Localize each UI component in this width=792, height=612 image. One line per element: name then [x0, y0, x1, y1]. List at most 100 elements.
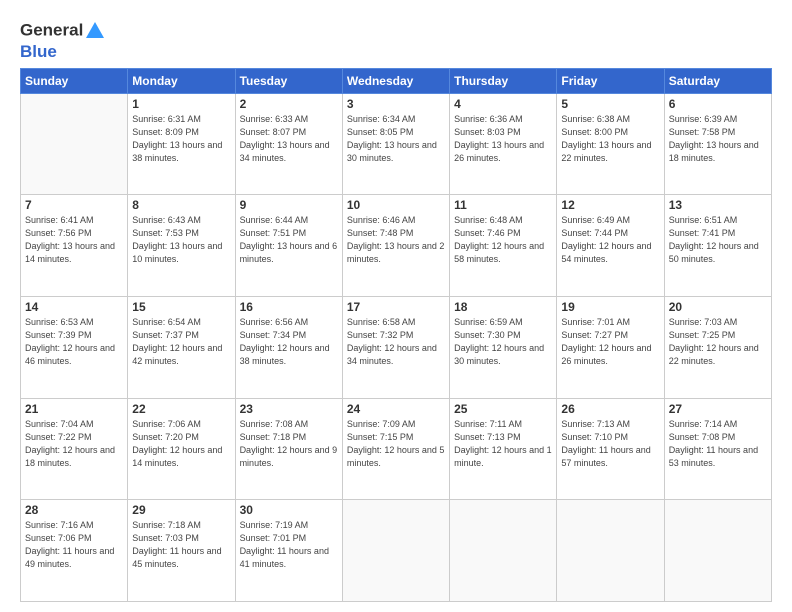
day-number: 2: [240, 97, 338, 111]
week-row-5: 28 Sunrise: 7:16 AMSunset: 7:06 PMDayligh…: [21, 500, 772, 602]
day-number: 4: [454, 97, 552, 111]
day-number: 29: [132, 503, 230, 517]
calendar-cell: 6Sunrise: 6:39 AMSunset: 7:58 PMDaylight…: [664, 93, 771, 195]
calendar-cell: 12 Sunrise: 6:49 AMSunset: 7:44 PMDayligh…: [557, 195, 664, 297]
calendar-cell: 24 Sunrise: 7:09 AMSunset: 7:15 PMDayligh…: [342, 398, 449, 500]
day-info: Sunrise: 6:48 AMSunset: 7:46 PMDaylight:…: [454, 214, 552, 266]
day-number: 18: [454, 300, 552, 314]
day-number: 28: [25, 503, 123, 517]
day-info: Sunrise: 7:19 AMSunset: 7:01 PMDaylight:…: [240, 519, 338, 571]
day-number: 15: [132, 300, 230, 314]
day-number: 1: [132, 97, 230, 111]
calendar-cell: [557, 500, 664, 602]
day-info: Sunrise: 6:43 AMSunset: 7:53 PMDaylight:…: [132, 214, 230, 266]
weekday-header-thursday: Thursday: [450, 68, 557, 93]
day-number: 17: [347, 300, 445, 314]
calendar-cell: 28 Sunrise: 7:16 AMSunset: 7:06 PMDayligh…: [21, 500, 128, 602]
calendar-cell: [21, 93, 128, 195]
week-row-4: 21Sunrise: 7:04 AMSunset: 7:22 PMDayligh…: [21, 398, 772, 500]
day-info: Sunrise: 6:31 AMSunset: 8:09 PMDaylight:…: [132, 113, 230, 165]
calendar-cell: 14 Sunrise: 6:53 AMSunset: 7:39 PMDayligh…: [21, 296, 128, 398]
calendar: SundayMondayTuesdayWednesdayThursdayFrid…: [20, 68, 772, 602]
calendar-cell: 30 Sunrise: 7:19 AMSunset: 7:01 PMDayligh…: [235, 500, 342, 602]
day-info: Sunrise: 7:08 AMSunset: 7:18 PMDaylight:…: [240, 418, 338, 470]
page-header: General Blue: [20, 16, 772, 62]
day-number: 23: [240, 402, 338, 416]
calendar-cell: [664, 500, 771, 602]
day-number: 24: [347, 402, 445, 416]
calendar-cell: 10 Sunrise: 6:46 AMSunset: 7:48 PMDayligh…: [342, 195, 449, 297]
day-number: 22: [132, 402, 230, 416]
day-info: Sunrise: 6:44 AMSunset: 7:51 PMDaylight:…: [240, 214, 338, 266]
calendar-cell: 22Sunrise: 7:06 AMSunset: 7:20 PMDayligh…: [128, 398, 235, 500]
calendar-cell: 26 Sunrise: 7:13 AMSunset: 7:10 PMDayligh…: [557, 398, 664, 500]
day-info: Sunrise: 7:18 AMSunset: 7:03 PMDaylight:…: [132, 519, 230, 571]
calendar-cell: 17Sunrise: 6:58 AMSunset: 7:32 PMDayligh…: [342, 296, 449, 398]
calendar-cell: 3 Sunrise: 6:34 AMSunset: 8:05 PMDaylight…: [342, 93, 449, 195]
calendar-cell: 27 Sunrise: 7:14 AMSunset: 7:08 PMDayligh…: [664, 398, 771, 500]
day-info: Sunrise: 6:59 AMSunset: 7:30 PMDaylight:…: [454, 316, 552, 368]
calendar-cell: 13Sunrise: 6:51 AMSunset: 7:41 PMDayligh…: [664, 195, 771, 297]
day-number: 6: [669, 97, 767, 111]
day-number: 12: [561, 198, 659, 212]
day-number: 21: [25, 402, 123, 416]
weekday-header-wednesday: Wednesday: [342, 68, 449, 93]
day-number: 10: [347, 198, 445, 212]
day-info: Sunrise: 6:41 AMSunset: 7:56 PMDaylight:…: [25, 214, 123, 266]
weekday-header-saturday: Saturday: [664, 68, 771, 93]
day-number: 19: [561, 300, 659, 314]
day-info: Sunrise: 6:46 AMSunset: 7:48 PMDaylight:…: [347, 214, 445, 266]
day-info: Sunrise: 7:01 AMSunset: 7:27 PMDaylight:…: [561, 316, 659, 368]
calendar-cell: 18 Sunrise: 6:59 AMSunset: 7:30 PMDayligh…: [450, 296, 557, 398]
day-number: 8: [132, 198, 230, 212]
day-number: 3: [347, 97, 445, 111]
calendar-cell: [450, 500, 557, 602]
day-info: Sunrise: 7:14 AMSunset: 7:08 PMDaylight:…: [669, 418, 767, 470]
day-info: Sunrise: 6:54 AMSunset: 7:37 PMDaylight:…: [132, 316, 230, 368]
calendar-cell: 29 Sunrise: 7:18 AMSunset: 7:03 PMDayligh…: [128, 500, 235, 602]
day-info: Sunrise: 6:51 AMSunset: 7:41 PMDaylight:…: [669, 214, 767, 266]
day-number: 7: [25, 198, 123, 212]
calendar-cell: 20 Sunrise: 7:03 AMSunset: 7:25 PMDayligh…: [664, 296, 771, 398]
day-info: Sunrise: 6:56 AMSunset: 7:34 PMDaylight:…: [240, 316, 338, 368]
week-row-1: 1 Sunrise: 6:31 AMSunset: 8:09 PMDaylight…: [21, 93, 772, 195]
day-number: 27: [669, 402, 767, 416]
day-info: Sunrise: 7:03 AMSunset: 7:25 PMDaylight:…: [669, 316, 767, 368]
calendar-cell: 25 Sunrise: 7:11 AMSunset: 7:13 PMDayligh…: [450, 398, 557, 500]
calendar-cell: 21Sunrise: 7:04 AMSunset: 7:22 PMDayligh…: [21, 398, 128, 500]
weekday-header-monday: Monday: [128, 68, 235, 93]
weekday-header-tuesday: Tuesday: [235, 68, 342, 93]
calendar-cell: 1 Sunrise: 6:31 AMSunset: 8:09 PMDaylight…: [128, 93, 235, 195]
day-info: Sunrise: 6:49 AMSunset: 7:44 PMDaylight:…: [561, 214, 659, 266]
calendar-cell: 4 Sunrise: 6:36 AMSunset: 8:03 PMDaylight…: [450, 93, 557, 195]
day-info: Sunrise: 7:11 AMSunset: 7:13 PMDaylight:…: [454, 418, 552, 470]
day-info: Sunrise: 6:34 AMSunset: 8:05 PMDaylight:…: [347, 113, 445, 165]
day-number: 20: [669, 300, 767, 314]
day-number: 26: [561, 402, 659, 416]
weekday-header-friday: Friday: [557, 68, 664, 93]
day-number: 30: [240, 503, 338, 517]
calendar-cell: 16 Sunrise: 6:56 AMSunset: 7:34 PMDayligh…: [235, 296, 342, 398]
day-number: 9: [240, 198, 338, 212]
week-row-2: 7 Sunrise: 6:41 AMSunset: 7:56 PMDaylight…: [21, 195, 772, 297]
calendar-cell: 7 Sunrise: 6:41 AMSunset: 7:56 PMDaylight…: [21, 195, 128, 297]
day-number: 14: [25, 300, 123, 314]
calendar-cell: 8 Sunrise: 6:43 AMSunset: 7:53 PMDaylight…: [128, 195, 235, 297]
week-row-3: 14 Sunrise: 6:53 AMSunset: 7:39 PMDayligh…: [21, 296, 772, 398]
day-number: 5: [561, 97, 659, 111]
logo-blue: Blue: [20, 42, 107, 62]
calendar-cell: [342, 500, 449, 602]
day-info: Sunrise: 6:36 AMSunset: 8:03 PMDaylight:…: [454, 113, 552, 165]
day-info: Sunrise: 7:09 AMSunset: 7:15 PMDaylight:…: [347, 418, 445, 470]
calendar-cell: 19 Sunrise: 7:01 AMSunset: 7:27 PMDayligh…: [557, 296, 664, 398]
day-info: Sunrise: 7:13 AMSunset: 7:10 PMDaylight:…: [561, 418, 659, 470]
weekday-header-row: SundayMondayTuesdayWednesdayThursdayFrid…: [21, 68, 772, 93]
day-info: Sunrise: 6:53 AMSunset: 7:39 PMDaylight:…: [25, 316, 123, 368]
day-info: Sunrise: 6:33 AMSunset: 8:07 PMDaylight:…: [240, 113, 338, 165]
day-number: 11: [454, 198, 552, 212]
day-info: Sunrise: 7:16 AMSunset: 7:06 PMDaylight:…: [25, 519, 123, 571]
weekday-header-sunday: Sunday: [21, 68, 128, 93]
calendar-cell: 11 Sunrise: 6:48 AMSunset: 7:46 PMDayligh…: [450, 195, 557, 297]
day-number: 25: [454, 402, 552, 416]
day-number: 16: [240, 300, 338, 314]
